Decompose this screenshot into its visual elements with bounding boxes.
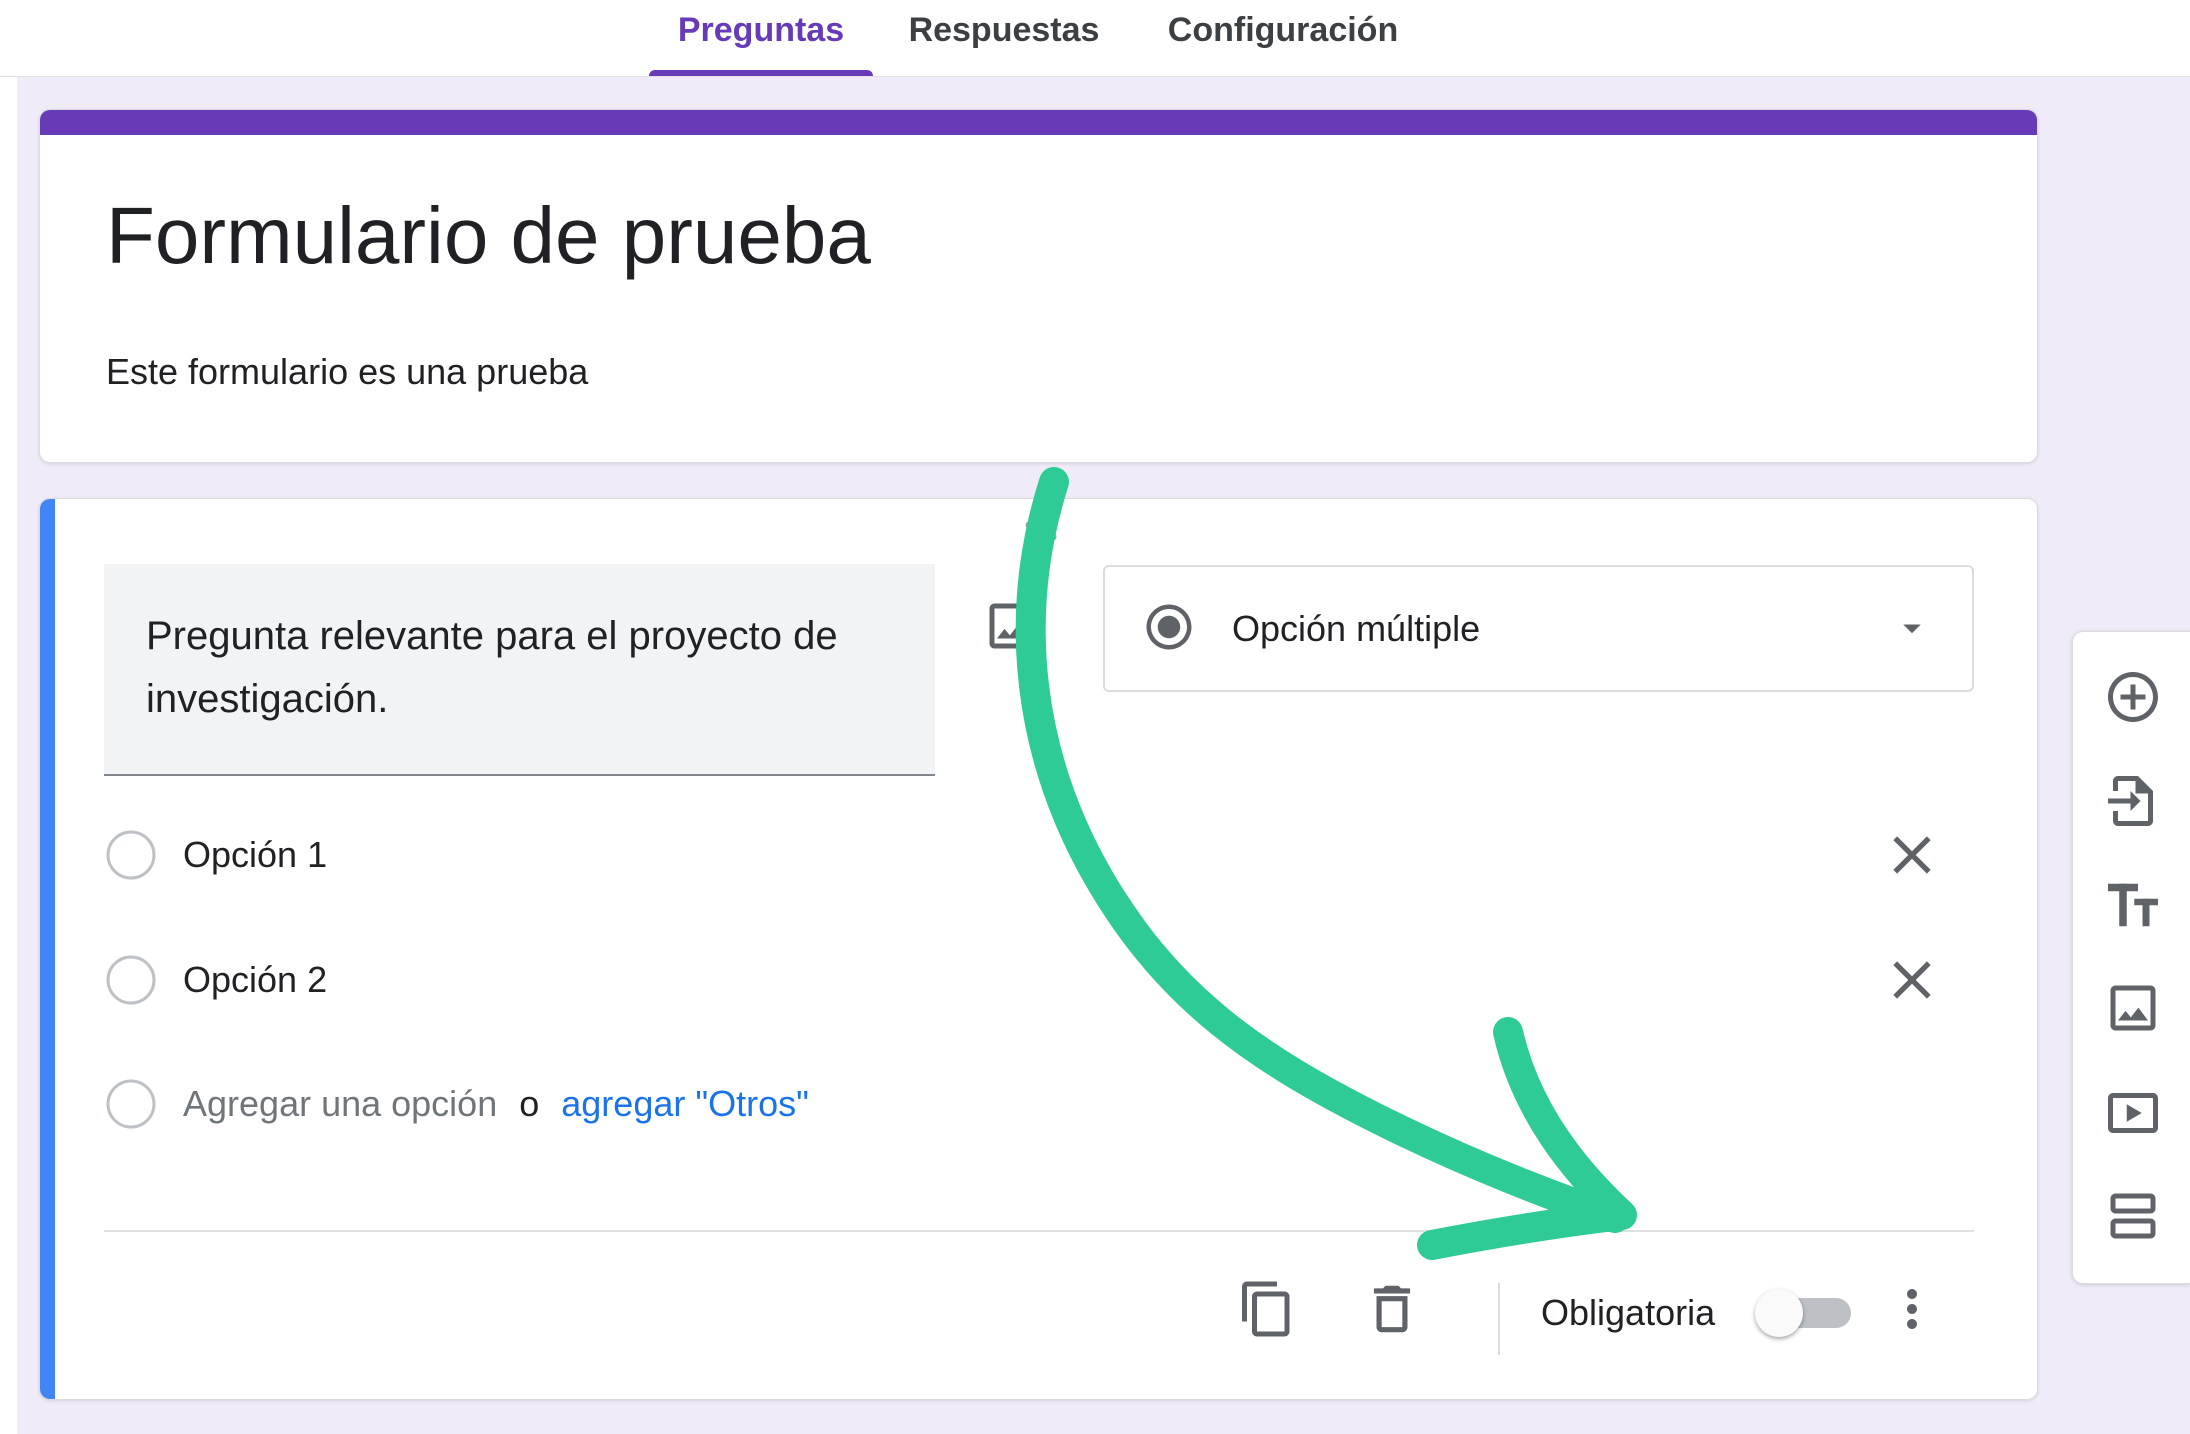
delete-button[interactable]: [1361, 1278, 1423, 1340]
form-description[interactable]: Este formulario es una prueba: [106, 350, 588, 394]
duplicate-button[interactable]: [1237, 1279, 1297, 1339]
tab-bar: Preguntas Respuestas Configuración: [0, 0, 2190, 77]
add-other-link[interactable]: agregar "Otros": [561, 1083, 809, 1124]
question-title-text[interactable]: Pregunta relevante para el proyecto de i…: [146, 605, 906, 731]
add-option-input[interactable]: Agregar una opción: [183, 1083, 497, 1124]
option-radio-icon: [106, 955, 156, 1005]
footer-separator: [1498, 1283, 1500, 1355]
add-image-button[interactable]: [982, 596, 1042, 656]
tab-respuestas[interactable]: Respuestas: [884, 0, 1124, 60]
image-icon: [2110, 985, 2156, 1031]
import-icon: [2108, 776, 2153, 826]
remove-option-button[interactable]: [1880, 823, 1944, 887]
add-image-button[interactable]: [2103, 978, 2163, 1038]
drag-handle-icon[interactable]: [1021, 519, 1061, 543]
floating-toolbar: [2072, 631, 2190, 1284]
option-label[interactable]: Opción 1: [183, 830, 327, 880]
trash-icon: [1373, 1285, 1411, 1333]
required-label: Obligatoria: [1541, 1292, 1716, 1333]
active-question-indicator: [40, 499, 55, 1399]
add-option-separator: o: [519, 1083, 540, 1124]
import-questions-button[interactable]: [2103, 771, 2163, 831]
add-option-radio-icon: [106, 1079, 156, 1129]
close-icon: [1893, 836, 1931, 874]
add-title-button[interactable]: [2103, 875, 2163, 935]
toggle-knob: [1755, 1289, 1803, 1337]
tab-configuracion[interactable]: Configuración: [1152, 0, 1414, 60]
form-title[interactable]: Formulario de prueba: [106, 189, 871, 283]
radio-checked-icon: [1146, 604, 1192, 650]
title-text-icon: [2108, 883, 2158, 927]
question-type-dropdown[interactable]: Opción múltiple: [1103, 565, 1974, 692]
video-icon: [2108, 1093, 2158, 1133]
dropdown-arrow-icon: [1903, 624, 1921, 634]
add-circle-icon: [2108, 672, 2158, 722]
required-toggle[interactable]: [1755, 1289, 1851, 1337]
option-radio-icon: [106, 830, 156, 880]
add-question-button[interactable]: [2103, 667, 2163, 727]
more-options-button[interactable]: [1882, 1279, 1942, 1339]
add-section-button[interactable]: [2103, 1186, 2163, 1246]
question-title-field[interactable]: Pregunta relevante para el proyecto de i…: [104, 564, 935, 776]
forms-editor: Preguntas Respuestas Configuración Formu…: [0, 0, 2190, 1434]
copy-icon: [1242, 1281, 1290, 1337]
image-icon: [989, 603, 1035, 649]
question-card[interactable]: Pregunta relevante para el proyecto de i…: [39, 498, 2038, 1400]
add-video-button[interactable]: [2103, 1083, 2163, 1143]
section-icon: [2110, 1193, 2156, 1239]
question-type-label: Opción múltiple: [1232, 608, 1481, 649]
form-header-accent: [40, 110, 2037, 135]
tab-preguntas[interactable]: Preguntas: [649, 0, 873, 60]
add-option-line: Agregar una opción o agregar "Otros": [183, 1079, 809, 1129]
close-icon: [1893, 961, 1931, 999]
more-vert-icon: [1907, 1289, 1917, 1329]
option-label[interactable]: Opción 2: [183, 955, 327, 1005]
question-footer-divider: [104, 1230, 1974, 1232]
remove-option-button[interactable]: [1880, 948, 1944, 1012]
form-header-card[interactable]: Formulario de prueba Este formulario es …: [39, 109, 2038, 463]
active-tab-indicator: [649, 70, 873, 76]
